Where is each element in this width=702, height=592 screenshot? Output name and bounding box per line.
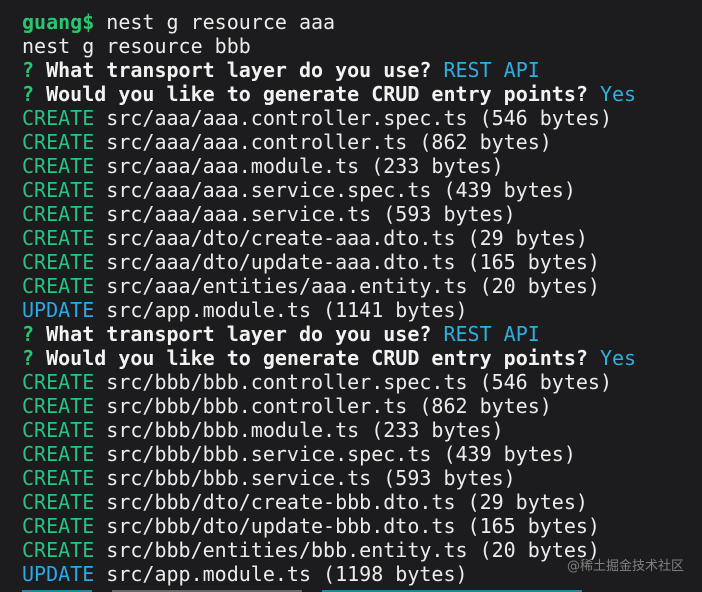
file-action: CREATE (22, 370, 95, 394)
file-action: CREATE (22, 514, 95, 538)
file-path: src/bbb/bbb.controller.spec.ts (546 byte… (94, 370, 613, 394)
file-action: CREATE (22, 154, 95, 178)
terminal-window[interactable]: guang$ nest g resource aaa nest g resourc… (0, 0, 702, 592)
file-path: src/bbb/bbb.service.ts (593 bytes) (94, 466, 516, 490)
terminal-line: ? Would you like to generate CRUD entry … (22, 346, 702, 370)
file-action: CREATE (22, 202, 95, 226)
terminal-line: CREATE src/bbb/bbb.controller.spec.ts (5… (22, 370, 702, 394)
file-action: CREATE (22, 394, 95, 418)
watermark: @稀土掘金技术社区 (566, 559, 684, 574)
file-action: CREATE (22, 442, 95, 466)
terminal-line: CREATE src/bbb/dto/create-bbb.dto.ts (29… (22, 490, 702, 514)
terminal-line: CREATE src/bbb/bbb.controller.ts (862 by… (22, 394, 702, 418)
terminal-output: guang$ nest g resource aaa nest g resourc… (22, 10, 702, 586)
terminal-line: guang$ nest g resource aaa (22, 10, 702, 34)
truncated-output-line (22, 584, 582, 592)
file-action: CREATE (22, 106, 95, 130)
question-mark-icon: ? (22, 346, 35, 370)
terminal-line: CREATE src/aaa/aaa.controller.ts (862 by… (22, 130, 702, 154)
question-text: Would you like to generate CRUD entry po… (34, 346, 588, 370)
terminal-line: CREATE src/aaa/aaa.service.spec.ts (439 … (22, 178, 702, 202)
terminal-line: ? Would you like to generate CRUD entry … (22, 82, 702, 106)
question-answer: REST API (431, 58, 540, 82)
file-path: src/app.module.ts (1198 bytes) (94, 562, 468, 586)
file-path: src/bbb/bbb.controller.ts (862 bytes) (94, 394, 552, 418)
file-action: UPDATE (22, 298, 95, 322)
question-mark-icon: ? (22, 322, 35, 346)
file-path: src/bbb/dto/create-bbb.dto.ts (29 bytes) (94, 490, 588, 514)
shell-command: nest g resource bbb (22, 34, 251, 58)
question-text: Would you like to generate CRUD entry po… (34, 82, 588, 106)
file-action: UPDATE (22, 562, 95, 586)
file-action: CREATE (22, 274, 95, 298)
shell-command: nest g resource aaa (94, 10, 336, 34)
terminal-line: CREATE src/aaa/dto/update-aaa.dto.ts (16… (22, 250, 702, 274)
terminal-line: CREATE src/aaa/aaa.module.ts (233 bytes) (22, 154, 702, 178)
file-action: CREATE (22, 538, 95, 562)
file-action: CREATE (22, 226, 95, 250)
file-path: src/aaa/aaa.service.ts (593 bytes) (94, 202, 516, 226)
question-text: What transport layer do you use? (34, 322, 432, 346)
file-action: CREATE (22, 250, 95, 274)
terminal-line: CREATE src/aaa/dto/create-aaa.dto.ts (29… (22, 226, 702, 250)
file-path: src/aaa/dto/create-aaa.dto.ts (29 bytes) (94, 226, 588, 250)
terminal-line: CREATE src/bbb/bbb.module.ts (233 bytes) (22, 418, 702, 442)
question-mark-icon: ? (22, 82, 35, 106)
file-path: src/bbb/entities/bbb.entity.ts (20 bytes… (94, 538, 600, 562)
file-path: src/app.module.ts (1141 bytes) (94, 298, 468, 322)
terminal-line: CREATE src/aaa/aaa.controller.spec.ts (5… (22, 106, 702, 130)
shell-prompt: guang$ (22, 10, 95, 34)
file-path: src/aaa/aaa.module.ts (233 bytes) (94, 154, 504, 178)
file-path: src/bbb/dto/update-bbb.dto.ts (165 bytes… (94, 514, 600, 538)
file-action: CREATE (22, 178, 95, 202)
file-path: src/bbb/bbb.service.spec.ts (439 bytes) (94, 442, 576, 466)
question-text: What transport layer do you use? (34, 58, 432, 82)
file-path: src/aaa/aaa.controller.spec.ts (546 byte… (94, 106, 613, 130)
question-mark-icon: ? (22, 58, 35, 82)
file-path: src/aaa/aaa.service.spec.ts (439 bytes) (94, 178, 576, 202)
file-path: src/aaa/aaa.controller.ts (862 bytes) (94, 130, 552, 154)
file-action: CREATE (22, 130, 95, 154)
terminal-line: CREATE src/bbb/bbb.service.ts (593 bytes… (22, 466, 702, 490)
question-answer: Yes (587, 82, 637, 106)
file-path: src/bbb/bbb.module.ts (233 bytes) (94, 418, 504, 442)
terminal-line: nest g resource bbb (22, 34, 702, 58)
file-path: src/aaa/entities/aaa.entity.ts (20 bytes… (94, 274, 600, 298)
file-action: CREATE (22, 418, 95, 442)
terminal-line: CREATE src/aaa/aaa.service.ts (593 bytes… (22, 202, 702, 226)
terminal-line: CREATE src/bbb/dto/update-bbb.dto.ts (16… (22, 514, 702, 538)
file-path: src/aaa/dto/update-aaa.dto.ts (165 bytes… (94, 250, 600, 274)
terminal-line: CREATE src/bbb/bbb.service.spec.ts (439 … (22, 442, 702, 466)
question-answer: Yes (587, 346, 637, 370)
terminal-line: ? What transport layer do you use? REST … (22, 58, 702, 82)
terminal-line: ? What transport layer do you use? REST … (22, 322, 702, 346)
file-action: CREATE (22, 466, 95, 490)
file-action: CREATE (22, 490, 95, 514)
terminal-line: CREATE src/aaa/entities/aaa.entity.ts (2… (22, 274, 702, 298)
question-answer: REST API (431, 322, 540, 346)
terminal-line: UPDATE src/app.module.ts (1141 bytes) (22, 298, 702, 322)
